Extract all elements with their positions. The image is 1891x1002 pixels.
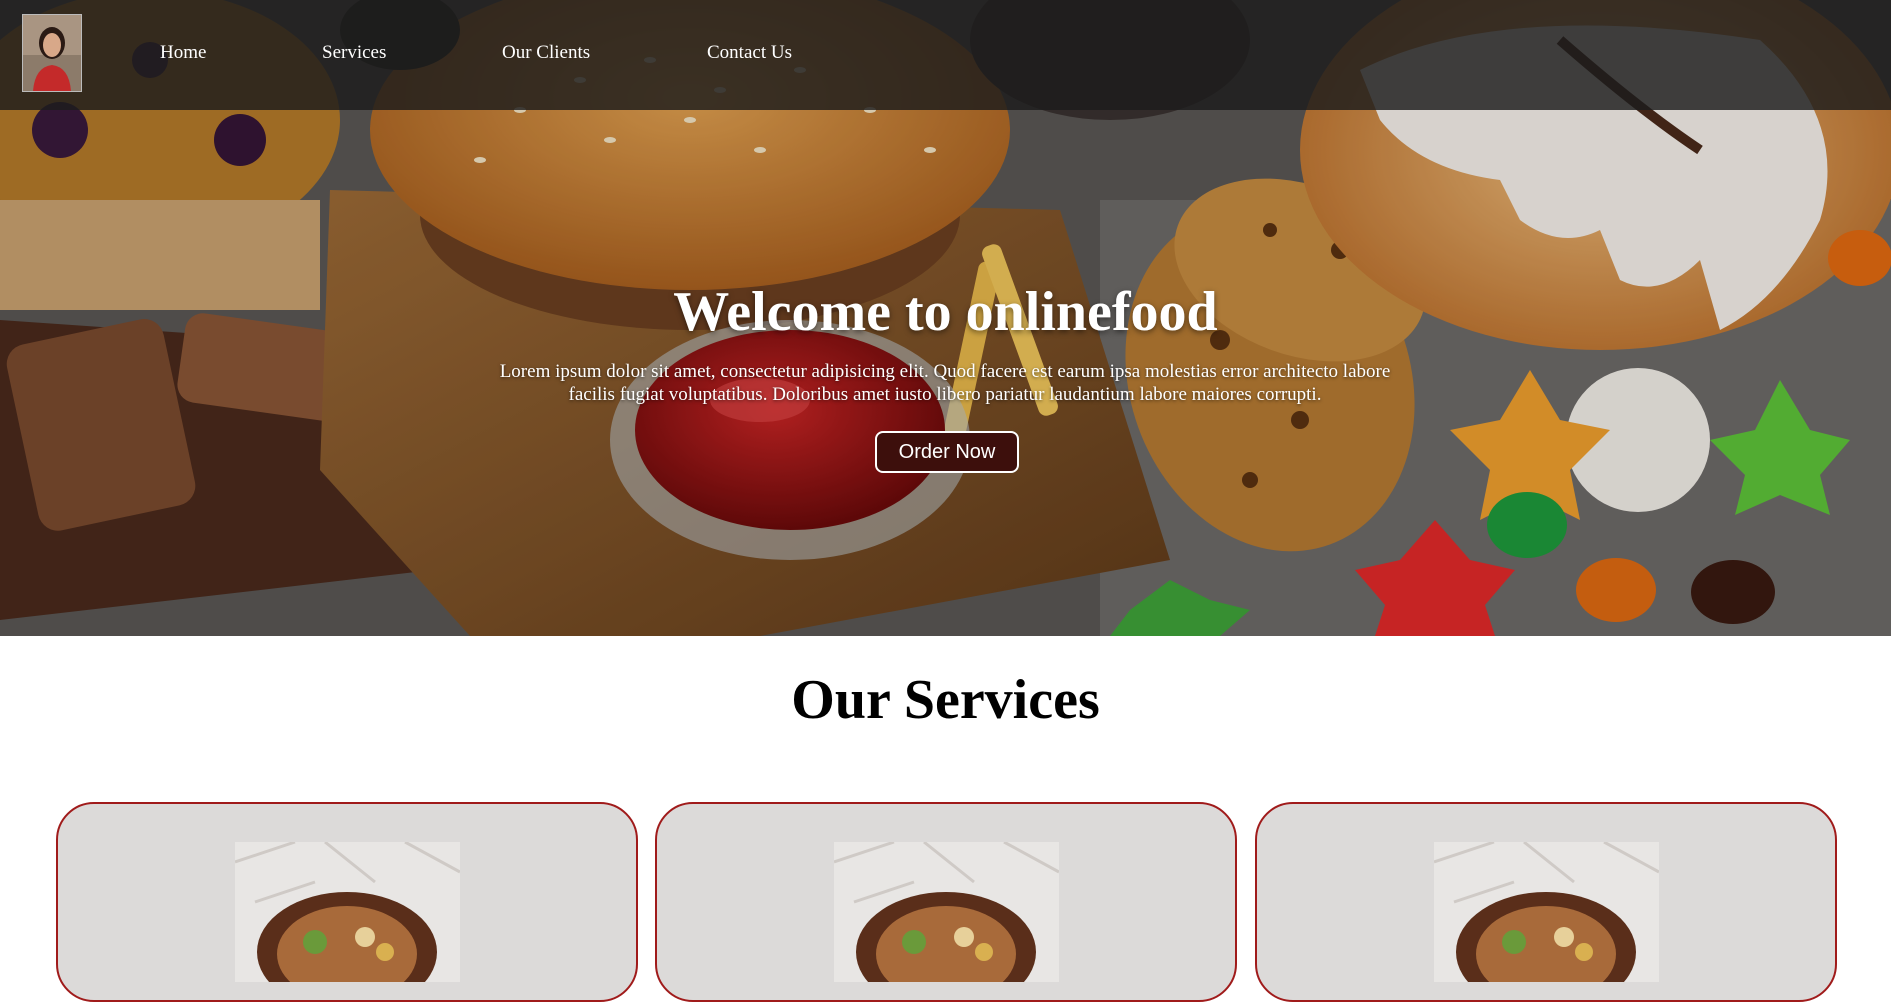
service-card-image (235, 842, 460, 982)
service-card[interactable] (1255, 802, 1837, 1002)
top-navbar: Home Services Our Clients Contact Us (0, 0, 1891, 110)
hero-description: Lorem ipsum dolor sit amet, consectetur … (499, 361, 1391, 405)
food-plate-photo-icon (834, 842, 1059, 982)
nav-link-our-clients[interactable]: Our Clients (502, 42, 590, 64)
service-card[interactable] (655, 802, 1237, 1002)
hero-section: Home Services Our Clients Contact Us Wel… (0, 0, 1891, 636)
order-now-button[interactable]: Order Now (875, 431, 1019, 473)
profile-avatar[interactable] (22, 14, 82, 92)
nav-link-home[interactable]: Home (160, 42, 206, 64)
nav-link-services[interactable]: Services (322, 42, 386, 64)
food-plate-photo-icon (1434, 842, 1659, 982)
nav-link-contact-us[interactable]: Contact Us (707, 42, 792, 64)
services-heading: Our Services (791, 669, 1100, 731)
profile-photo-icon (23, 15, 81, 91)
hero-title: Welcome to onlinefood (673, 281, 1218, 343)
service-card[interactable] (56, 802, 638, 1002)
service-card-image (834, 842, 1059, 982)
service-card-image (1434, 842, 1659, 982)
food-plate-photo-icon (235, 842, 460, 982)
